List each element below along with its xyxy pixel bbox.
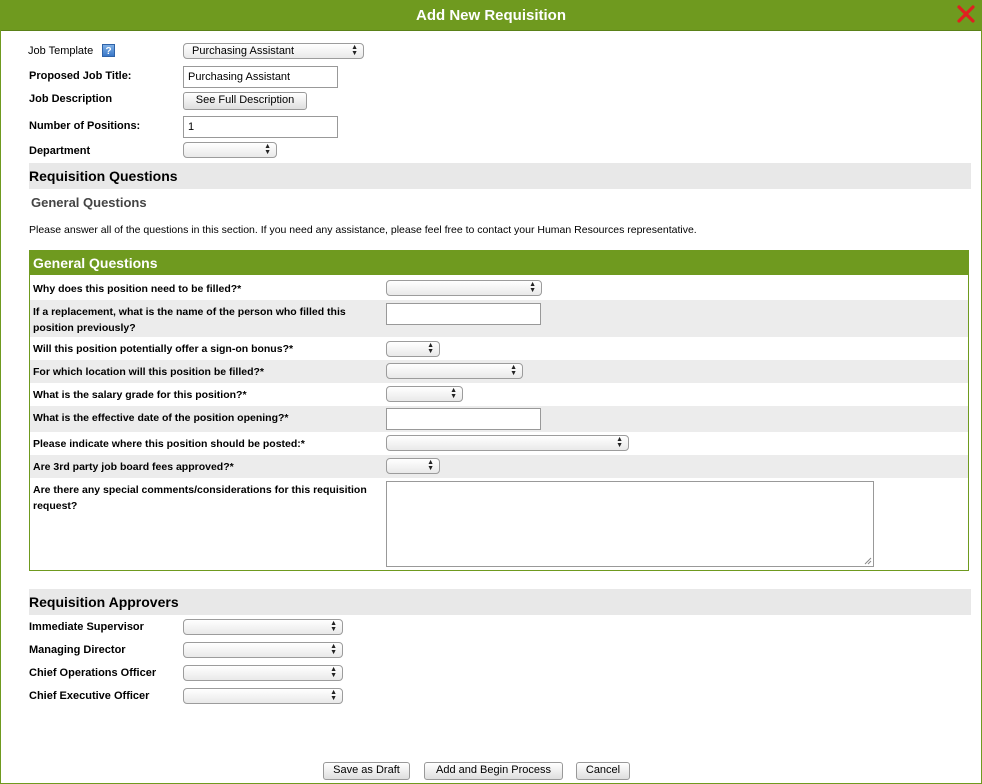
chevron-updown-icon: ▲ ▼ (427, 459, 434, 472)
immediate-supervisor-select[interactable]: ▲ ▼ (183, 619, 343, 635)
posting-location-select[interactable]: ▲ ▼ (386, 435, 629, 451)
general-questions-heading: General Questions (33, 255, 158, 271)
job-board-fees-select[interactable]: ▲ ▼ (386, 458, 440, 474)
chevron-updown-icon: ▲ ▼ (330, 620, 337, 633)
question-text: If a replacement, what is the name of th… (33, 306, 346, 334)
chief-operations-officer-select[interactable]: ▲ ▼ (183, 665, 343, 681)
question-row: If a replacement, what is the name of th… (30, 300, 968, 337)
proposed-title-label: Proposed Job Title: (29, 70, 132, 82)
requisition-approvers-heading: Requisition Approvers (29, 594, 179, 610)
position-reason-select[interactable]: ▲ ▼ (386, 280, 542, 296)
see-full-description-button[interactable]: See Full Description (183, 92, 307, 110)
cancel-button[interactable]: Cancel (576, 762, 630, 780)
approver-label: Chief Executive Officer (29, 690, 150, 702)
question-text: Are there any special comments/considera… (33, 484, 367, 512)
proposed-title-input[interactable] (183, 66, 338, 88)
question-text: Are 3rd party job board fees approved?* (33, 461, 234, 473)
chevron-updown-icon: ▲ ▼ (264, 143, 271, 156)
chevron-updown-icon: ▲ ▼ (510, 364, 517, 377)
requisition-approvers-bar: Requisition Approvers (29, 589, 971, 615)
chevron-updown-icon: ▲ ▼ (330, 643, 337, 656)
save-as-draft-button[interactable]: Save as Draft (323, 762, 410, 780)
special-comments-textarea[interactable] (386, 481, 874, 567)
question-row: Why does this position need to be filled… (30, 277, 968, 300)
general-questions-header: General Questions (30, 251, 968, 275)
chevron-updown-icon: ▲ ▼ (529, 281, 536, 294)
location-select[interactable]: ▲ ▼ (386, 363, 523, 379)
question-row: Please indicate where this position shou… (30, 432, 968, 455)
dialog-title: Add New Requisition (416, 7, 566, 24)
positions-label: Number of Positions: (29, 120, 141, 132)
approver-label: Managing Director (29, 644, 126, 656)
instructions-note: Please answer all of the questions in th… (29, 224, 697, 236)
question-text: For which location will this position be… (33, 366, 265, 378)
question-text: What is the effective date of the positi… (33, 412, 289, 424)
requisition-questions-bar: Requisition Questions (29, 163, 971, 189)
effective-date-input[interactable] (386, 408, 541, 430)
question-text: Will this position potentially offer a s… (33, 343, 294, 355)
managing-director-select[interactable]: ▲ ▼ (183, 642, 343, 658)
approver-label: Chief Operations Officer (29, 667, 157, 679)
sign-on-bonus-select[interactable]: ▲ ▼ (386, 341, 440, 357)
chevron-updown-icon: ▲ ▼ (450, 387, 457, 400)
question-row: Are 3rd party job board fees approved?* … (30, 455, 968, 478)
approver-label: Immediate Supervisor (29, 621, 144, 633)
salary-grade-select[interactable]: ▲ ▼ (386, 386, 463, 402)
chevron-updown-icon: ▲ ▼ (330, 689, 337, 702)
question-row: For which location will this position be… (30, 360, 968, 383)
close-icon[interactable] (957, 5, 975, 23)
question-text: What is the salary grade for this positi… (33, 389, 247, 401)
job-template-value: Purchasing Assistant (192, 45, 295, 57)
add-requisition-dialog: Add New Requisition Job Template ? Purch… (0, 0, 982, 784)
question-row: What is the effective date of the positi… (30, 406, 968, 432)
previous-person-input[interactable] (386, 303, 541, 325)
question-row: Are there any special comments/considera… (30, 478, 968, 570)
requisition-questions-heading: Requisition Questions (29, 168, 178, 184)
department-label: Department (29, 145, 91, 157)
chevron-updown-icon: ▲ ▼ (427, 342, 434, 355)
positions-input[interactable] (183, 116, 338, 138)
job-template-select[interactable]: Purchasing Assistant ▲ ▼ (183, 43, 364, 59)
dialog-titlebar: Add New Requisition (1, 1, 981, 31)
question-row: What is the salary grade for this positi… (30, 383, 968, 406)
job-template-label: Job Template (28, 45, 94, 57)
add-and-begin-process-button[interactable]: Add and Begin Process (424, 762, 563, 780)
question-text: Please indicate where this position shou… (33, 438, 305, 450)
chief-executive-officer-select[interactable]: ▲ ▼ (183, 688, 343, 704)
help-icon[interactable]: ? (102, 44, 115, 57)
question-row: Will this position potentially offer a s… (30, 337, 968, 360)
chevron-updown-icon: ▲ ▼ (330, 666, 337, 679)
department-select[interactable]: ▲ ▼ (183, 142, 277, 158)
job-description-label: Job Description (29, 93, 113, 105)
resize-handle-icon[interactable] (864, 557, 872, 565)
chevron-updown-icon: ▲ ▼ (616, 436, 623, 449)
question-text: Why does this position need to be filled… (33, 283, 242, 295)
chevron-updown-icon: ▲ ▼ (351, 44, 358, 57)
general-questions-subheading: General Questions (31, 195, 147, 210)
general-questions-panel: General Questions Why does this position… (29, 250, 969, 571)
